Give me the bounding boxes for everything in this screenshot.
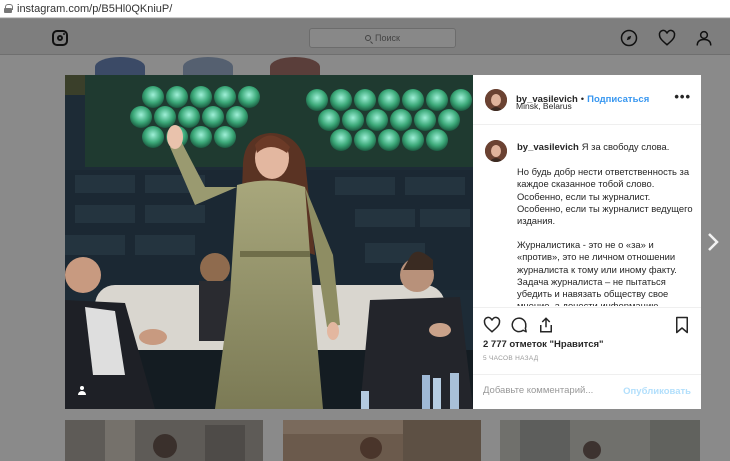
more-options-icon[interactable]: ••• (674, 90, 691, 103)
bookmark-icon[interactable] (673, 316, 691, 334)
instagram-logo-icon[interactable] (52, 30, 68, 46)
follow-button[interactable]: Подписаться (587, 94, 649, 105)
story-avatar[interactable] (270, 57, 320, 77)
location-link[interactable]: Minsk, Belarus (516, 101, 572, 111)
search-placeholder: Поиск (375, 33, 400, 43)
comment-icon[interactable] (510, 316, 528, 334)
explore-compass-icon[interactable] (620, 29, 638, 47)
grid-thumbnail[interactable] (65, 420, 263, 461)
add-comment-row: Опубликовать (473, 374, 701, 410)
tagged-users-icon[interactable] (78, 386, 86, 396)
likes-count[interactable]: 2 777 отметок "Нравится" (483, 339, 604, 350)
comments-area[interactable]: by_vasilevich Я за свободу слова. Но будь… (473, 126, 701, 306)
post-sidebar: by_vasilevich • Подписаться Minsk, Belarus… (473, 75, 701, 409)
comment-input[interactable] (483, 385, 618, 396)
caption-paragraph: Но будь добр нести ответственность за ка… (517, 166, 693, 227)
post-header: by_vasilevich • Подписаться Minsk, Belarus… (473, 75, 701, 125)
search-icon (365, 35, 372, 41)
avatar[interactable] (485, 140, 507, 162)
like-heart-icon[interactable] (483, 316, 501, 334)
separator-dot: • (580, 94, 585, 105)
address-url[interactable]: instagram.com/p/B5Hl0QKniuP/ (17, 3, 172, 15)
story-avatar[interactable] (183, 57, 233, 77)
caption-first-line: Я за свободу слова. (581, 141, 670, 152)
search-box[interactable]: Поиск (309, 28, 456, 48)
share-icon[interactable] (537, 316, 555, 334)
post-timestamp[interactable]: 5 ЧАСОВ НАЗАД (483, 355, 538, 362)
post-photo-image (65, 75, 473, 409)
caption-paragraph: Журналистика - это не о «за» и «против»,… (517, 239, 677, 306)
avatar[interactable] (485, 89, 507, 111)
grid-thumbnail[interactable] (283, 420, 481, 461)
post-caption: by_vasilevich Я за свободу слова. Но будь… (517, 141, 693, 306)
publish-button[interactable]: Опубликовать (623, 386, 691, 397)
profile-icon[interactable] (695, 29, 713, 47)
post-photo[interactable] (65, 75, 473, 409)
post-actions: 2 777 отметок "Нравится" 5 ЧАСОВ НАЗАД О… (473, 307, 701, 409)
next-post-arrow-icon[interactable] (707, 232, 721, 252)
post-modal: by_vasilevich • Подписаться Minsk, Belarus… (65, 75, 701, 409)
lock-icon (4, 4, 13, 13)
browser-address-bar[interactable]: instagram.com/p/B5Hl0QKniuP/ (0, 0, 730, 18)
grid-thumbnail[interactable] (500, 420, 700, 461)
story-avatar[interactable] (95, 57, 145, 77)
heart-icon[interactable] (658, 29, 676, 47)
caption-username-link[interactable]: by_vasilevich (517, 142, 579, 153)
